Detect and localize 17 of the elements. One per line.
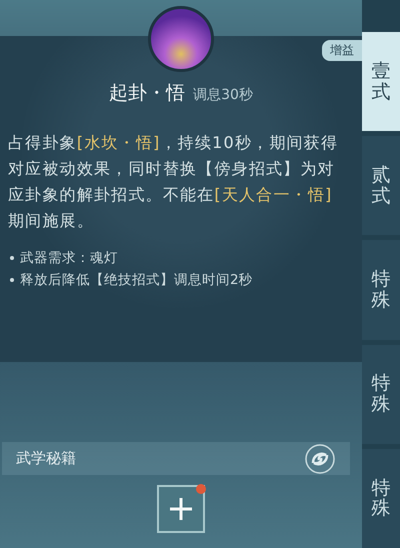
swirl-icon[interactable] (304, 442, 336, 474)
side-tab[interactable]: 特殊 (362, 240, 400, 340)
plus-icon (170, 498, 192, 520)
side-tab[interactable]: 贰式 (362, 136, 400, 236)
requirement-text: 武器需求：魂灯 (20, 249, 118, 268)
side-tab[interactable]: 特殊 (362, 344, 400, 444)
side-tab[interactable]: 特殊 (362, 448, 400, 548)
bullet-icon (10, 256, 14, 260)
manual-label: 武学秘籍 (16, 449, 76, 468)
add-manual-button[interactable] (157, 485, 205, 533)
cooldown-text: 调息30秒 (193, 86, 253, 104)
buff-tag: 增益 (322, 40, 362, 61)
bullet-icon (10, 278, 14, 282)
requirement-text: 释放后降低【绝技招式】调息时间2秒 (20, 271, 253, 290)
skill-name: 起卦・悟 (109, 81, 186, 106)
skill-description: 占得卦象[水坎・悟]，持续10秒，期间获得对应被动效果，同时替换【傍身招式】为对应卦象的解卦招式。不能在[天人合一・悟] 期间施展。 (8, 132, 340, 232)
side-tab[interactable]: 壹式 (362, 32, 400, 132)
